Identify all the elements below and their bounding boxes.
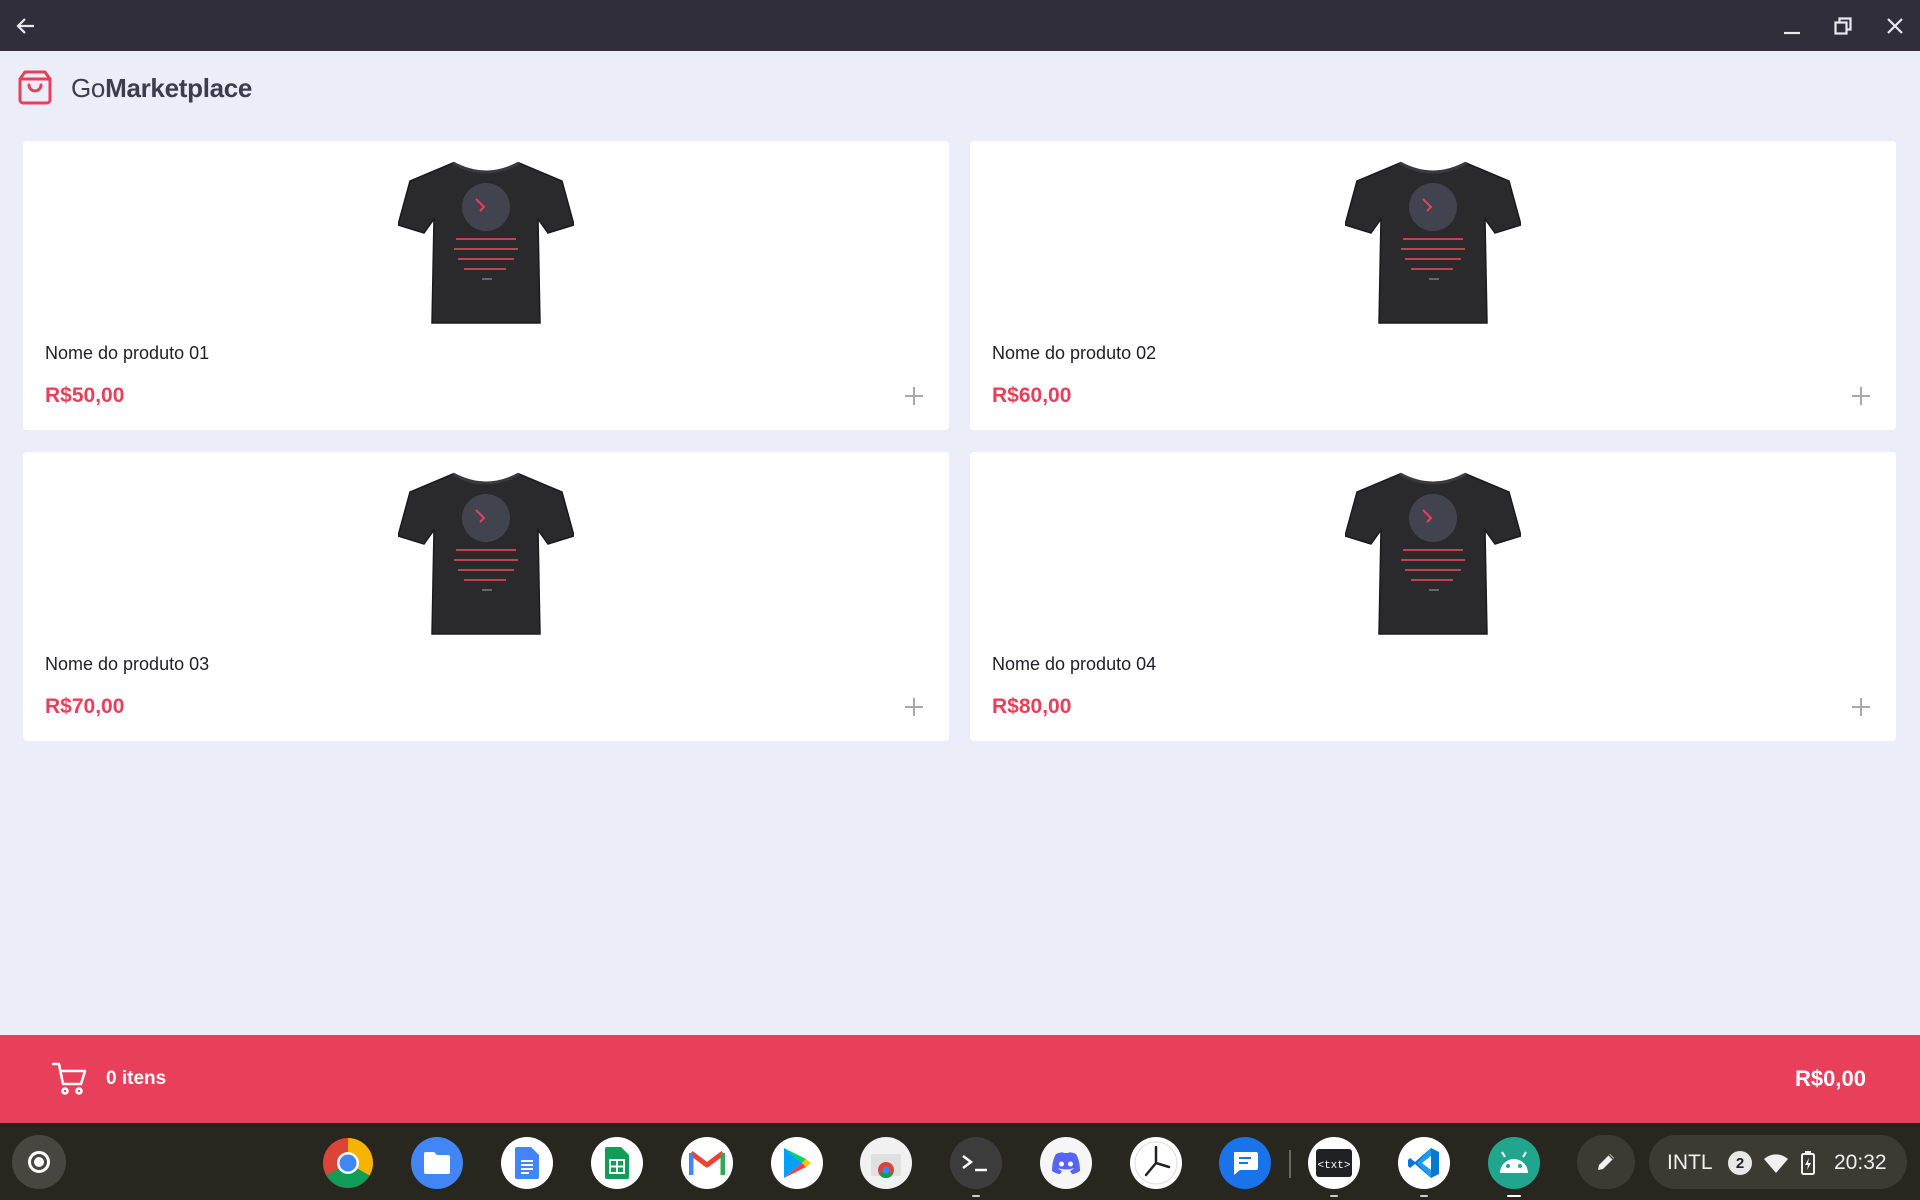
product-price: R$80,00 — [992, 695, 1072, 718]
app-header: GoMarketplace — [0, 51, 1920, 128]
gmail-icon[interactable] — [681, 1137, 733, 1189]
product-name: Nome do produto 01 — [45, 343, 210, 363]
product-image — [1345, 161, 1521, 324]
chrome-icon[interactable] — [322, 1137, 374, 1189]
launcher-button[interactable] — [12, 1135, 66, 1189]
product-image — [1345, 472, 1521, 635]
stylus-tools-button[interactable] — [1577, 1135, 1635, 1189]
notification-count-badge: 2 — [1728, 1151, 1752, 1175]
cart-icon — [52, 1062, 87, 1095]
battery-icon — [1801, 1151, 1815, 1175]
product-image — [398, 161, 574, 324]
pen-icon — [1598, 1154, 1614, 1170]
android-studio-icon[interactable] — [1488, 1137, 1540, 1197]
status-tray[interactable]: INTL 2 20:32 — [1649, 1135, 1907, 1189]
cart-footer[interactable]: 0 itens R$0,00 — [0, 1035, 1920, 1123]
product-name: Nome do produto 03 — [45, 654, 210, 674]
product-price: R$50,00 — [45, 384, 125, 407]
plus-icon — [1852, 387, 1870, 405]
vscode-icon[interactable] — [1398, 1137, 1450, 1197]
sheets-icon[interactable] — [591, 1137, 643, 1189]
add-to-cart-button[interactable] — [897, 379, 931, 413]
product-card: Nome do produto 03 R$70,00 — [23, 452, 949, 741]
plus-icon — [905, 387, 923, 405]
messages-icon[interactable] — [1219, 1137, 1271, 1189]
cart-total: R$0,00 — [1795, 1066, 1866, 1091]
os-shelf: <txt> INTL 2 20:32 — [0, 1123, 1920, 1200]
plus-icon — [1852, 698, 1870, 716]
product-card: Nome do produto 01 R$50,00 — [23, 141, 949, 430]
files-icon[interactable] — [411, 1137, 463, 1189]
svg-text:<txt>: <txt> — [1317, 1160, 1350, 1172]
add-to-cart-button[interactable] — [897, 690, 931, 724]
launcher-icon — [28, 1151, 50, 1173]
shelf-divider — [1289, 1150, 1291, 1178]
terminal-icon[interactable] — [950, 1137, 1002, 1197]
minimize-icon — [1783, 31, 1800, 34]
window-titlebar — [0, 0, 1920, 51]
wifi-icon — [1764, 1154, 1788, 1173]
add-to-cart-button[interactable] — [1844, 690, 1878, 724]
keyboard-layout-label: INTL — [1667, 1151, 1713, 1174]
clock-time: 20:32 — [1834, 1151, 1887, 1174]
back-button[interactable] — [0, 0, 51, 51]
clock-icon[interactable] — [1130, 1137, 1182, 1189]
shopping-bag-icon — [18, 70, 52, 105]
close-icon — [1886, 17, 1903, 34]
product-price: R$70,00 — [45, 695, 125, 718]
add-to-cart-button[interactable] — [1844, 379, 1878, 413]
restore-button[interactable] — [1817, 0, 1868, 51]
product-card: Nome do produto 02 R$60,00 — [970, 141, 1896, 430]
minimize-button[interactable] — [1766, 0, 1817, 51]
chrome-web-store-icon[interactable] — [860, 1137, 912, 1189]
product-card: Nome do produto 04 R$80,00 — [970, 452, 1896, 741]
close-button[interactable] — [1869, 0, 1920, 51]
product-image — [398, 472, 574, 635]
arrow-left-icon — [15, 17, 34, 34]
product-name: Nome do produto 04 — [992, 654, 1157, 674]
text-editor-icon[interactable]: <txt> — [1308, 1137, 1360, 1197]
restore-icon — [1833, 16, 1852, 35]
product-grid: Nome do produto 01 R$50,00 Nome do produ… — [23, 141, 1897, 741]
docs-icon[interactable] — [501, 1137, 553, 1189]
product-price: R$60,00 — [992, 384, 1072, 407]
product-name: Nome do produto 02 — [992, 343, 1157, 363]
discord-icon[interactable] — [1040, 1137, 1092, 1189]
cart-item-count: 0 itens — [106, 1068, 167, 1089]
plus-icon — [905, 698, 923, 716]
brand-title: GoMarketplace — [71, 73, 253, 103]
play-store-icon[interactable] — [771, 1137, 823, 1189]
